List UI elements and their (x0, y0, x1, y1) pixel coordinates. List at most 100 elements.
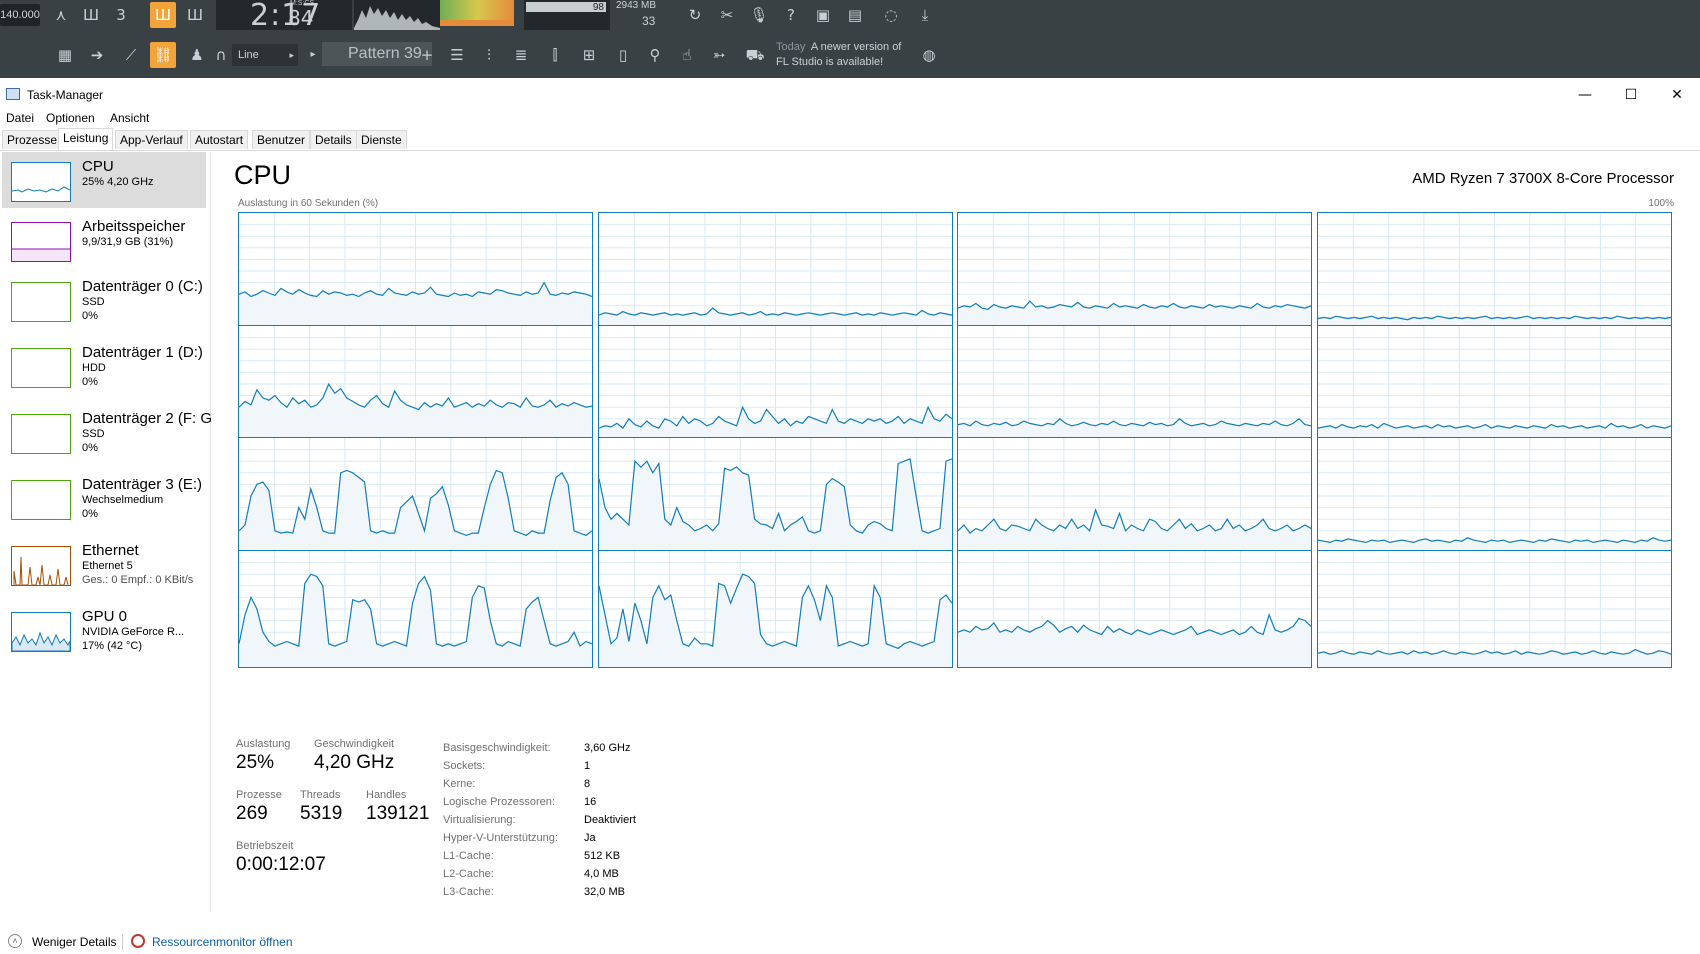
song-position-display[interactable]: 2:17 M:S:CS 84 (216, 0, 352, 31)
spec-value: Deaktiviert (584, 814, 636, 826)
tab-details[interactable]: Details (310, 130, 357, 149)
footer-bar: ˄ Weniger Details Ressourcenmonitor öffn… (0, 930, 1700, 954)
memory-text: 2943 MB (616, 0, 657, 11)
project-icon[interactable]: ➳ (706, 42, 732, 68)
news-date: Today (776, 41, 806, 53)
sidebar-ethernet-name: Ethernet (82, 542, 139, 559)
sidebar-item-disk-0[interactable]: Datenträger 0 (C:) SSD 0% (2, 272, 206, 328)
threads-value: 5319 (300, 803, 343, 824)
sidebar-item-cpu[interactable]: CPU 25% 4,20 GHz (2, 152, 206, 208)
memory-display: 98 (524, 0, 610, 30)
step-edit-icon[interactable]: Ш (150, 2, 176, 28)
resource-sidebar: CPU 25% 4,20 GHz Arbeitsspeicher 9,9/31,… (0, 152, 212, 912)
core-graph (238, 324, 593, 443)
core-graph-svg (958, 438, 1311, 554)
arrow-icon[interactable]: ➔ (84, 42, 110, 68)
oscilloscope-display (354, 0, 440, 30)
auslastung-value: 25% (236, 752, 275, 773)
sidebar-item-gpu[interactable]: GPU 0 NVIDIA GeForce R... 17% (42 °C) (2, 602, 206, 658)
disk-3-thumbnail (11, 480, 71, 520)
cpu-thumbnail (11, 162, 71, 202)
help-icon[interactable]: ? (778, 2, 804, 28)
sidebar-cpu-name: CPU (82, 158, 114, 175)
brush-icon[interactable]: ⟋ (118, 42, 144, 68)
tab-autostart[interactable]: Autostart (190, 130, 249, 149)
fl-toolbar-row-bottom: ▦ ➔ ⟋ ⛓ ♟ ∩ Line ▸ ▸ Pattern 39 + ☰ ⫶ ≣ ⫿… (0, 38, 1700, 72)
graph-caption: Auslastung in 60 Sekunden (%) (238, 198, 379, 209)
sidebar-item-ethernet[interactable]: Ethernet Ethernet 5 Ges.: 0 Empf.: 0 KBi… (2, 536, 206, 592)
menu-ansicht[interactable]: Ansicht (110, 111, 149, 125)
core-graph-svg (598, 325, 952, 442)
touch-icon[interactable]: ☝ (674, 42, 700, 68)
browser-icon[interactable]: ⊞ (576, 42, 602, 68)
shop-icon[interactable]: ⛟ (742, 42, 768, 68)
sidebar-ethernet-throughput: Ges.: 0 Empf.: 0 KBit/s (82, 574, 194, 586)
sidebar-item-disk-2[interactable]: Datenträger 2 (F: G SSD 0% (2, 404, 212, 460)
close-button[interactable]: ✕ (1654, 82, 1700, 108)
pattern-selector[interactable]: Pattern 39 (322, 42, 432, 66)
sidebar-disk-0-name: Datenträger 0 (C:) (82, 278, 203, 295)
step-sequencer-icon[interactable]: ≣ (508, 42, 534, 68)
save-icon[interactable]: ▣ (810, 2, 836, 28)
wait-for-input-icon[interactable]: Ш (78, 2, 104, 28)
cpu-core-graph-grid (238, 212, 1676, 702)
metronome-icon[interactable]: ⋏ (48, 2, 74, 28)
disk-1-thumbnail (11, 348, 71, 388)
sidebar-memory-sub: 9,9/31,9 GB (31%) (82, 236, 174, 248)
sidebar-disk-1-sub: HDD (82, 362, 106, 374)
chat-icon[interactable]: ◌ (878, 2, 904, 28)
snap-mode-select[interactable]: Line ▸ (232, 44, 298, 66)
maximize-button[interactable]: ☐ (1608, 82, 1654, 108)
resource-monitor-link[interactable]: Ressourcenmonitor öffnen (152, 935, 293, 949)
cut-icon[interactable]: ✂ (714, 2, 740, 28)
ethernet-thumbnail (11, 546, 71, 586)
spec-label: Basisgeschwindigkeit: (443, 742, 551, 754)
menu-datei[interactable]: Datei (6, 111, 34, 125)
tab-prozesse[interactable]: Prozesse (2, 130, 63, 149)
core-graph-svg (239, 213, 592, 329)
chevron-up-icon[interactable]: ˄ (8, 934, 22, 948)
render-icon[interactable]: ▤ (842, 2, 868, 28)
download-icon[interactable]: ⤓ (912, 2, 938, 28)
spec-value: 32,0 MB (584, 886, 625, 898)
loop-record-icon[interactable]: Ш (182, 2, 208, 28)
sidebar-disk-1-name: Datenträger 1 (D:) (82, 344, 203, 361)
resource-monitor-icon[interactable] (131, 934, 145, 948)
disk-0-thumbnail (11, 282, 71, 322)
master-volume-meter (440, 0, 514, 20)
sidebar-gpu-sub: NVIDIA GeForce R... (82, 626, 185, 638)
link-icon[interactable]: ⛓ (150, 42, 176, 68)
channel-rack-icon[interactable]: ⫶ (476, 42, 502, 68)
cpu-text: 33 (642, 14, 656, 28)
song-time-frames: 84 (288, 6, 314, 30)
playlist-icon[interactable]: ☰ (444, 42, 470, 68)
tab-dienste[interactable]: Dienste (356, 130, 407, 149)
undo-icon[interactable]: ↻ (682, 2, 708, 28)
sidebar-item-disk-1[interactable]: Datenträger 1 (D:) HDD 0% (2, 338, 206, 394)
tab-benutzer[interactable]: Benutzer (252, 130, 311, 149)
sidebar-item-disk-3[interactable]: Datenträger 3 (E:) Wechselmedium 0% (2, 470, 206, 526)
countdown-icon[interactable]: 3 (108, 2, 134, 28)
stamp-icon[interactable]: ♟ (184, 42, 210, 68)
sidebar-memory-name: Arbeitsspeicher (82, 218, 186, 235)
minimize-button[interactable]: — (1562, 82, 1608, 108)
mixer-icon[interactable]: ⫿ (542, 42, 568, 68)
geschwindigkeit-label: Geschwindigkeit (314, 738, 395, 750)
news-panel[interactable]: Today A newer version of FL Studio is av… (776, 38, 916, 74)
snap-icon[interactable]: ∩ (212, 42, 230, 68)
microphone-icon[interactable]: 🎙 (746, 2, 772, 28)
piano-roll-icon[interactable]: ▦ (52, 42, 78, 68)
tempo-display[interactable]: 140.000 (0, 4, 40, 26)
fewer-details-link[interactable]: Weniger Details (32, 935, 116, 949)
menu-optionen[interactable]: Optionen (46, 111, 95, 125)
plugin-icon[interactable]: ⚲ (642, 42, 668, 68)
file-icon[interactable]: ▯ (610, 42, 636, 68)
add-pattern-icon[interactable]: + (420, 42, 434, 68)
globe-icon[interactable]: ◍ (916, 42, 942, 68)
tab-leistung[interactable]: Leistung (58, 128, 114, 150)
pattern-prev-icon[interactable]: ▸ (306, 42, 320, 68)
sidebar-item-memory[interactable]: Arbeitsspeicher 9,9/31,9 GB (31%) (2, 212, 206, 268)
spec-label: Sockets: (443, 760, 486, 772)
tab-app-verlauf[interactable]: App-Verlauf (115, 130, 188, 149)
core-graph-svg (239, 438, 592, 554)
